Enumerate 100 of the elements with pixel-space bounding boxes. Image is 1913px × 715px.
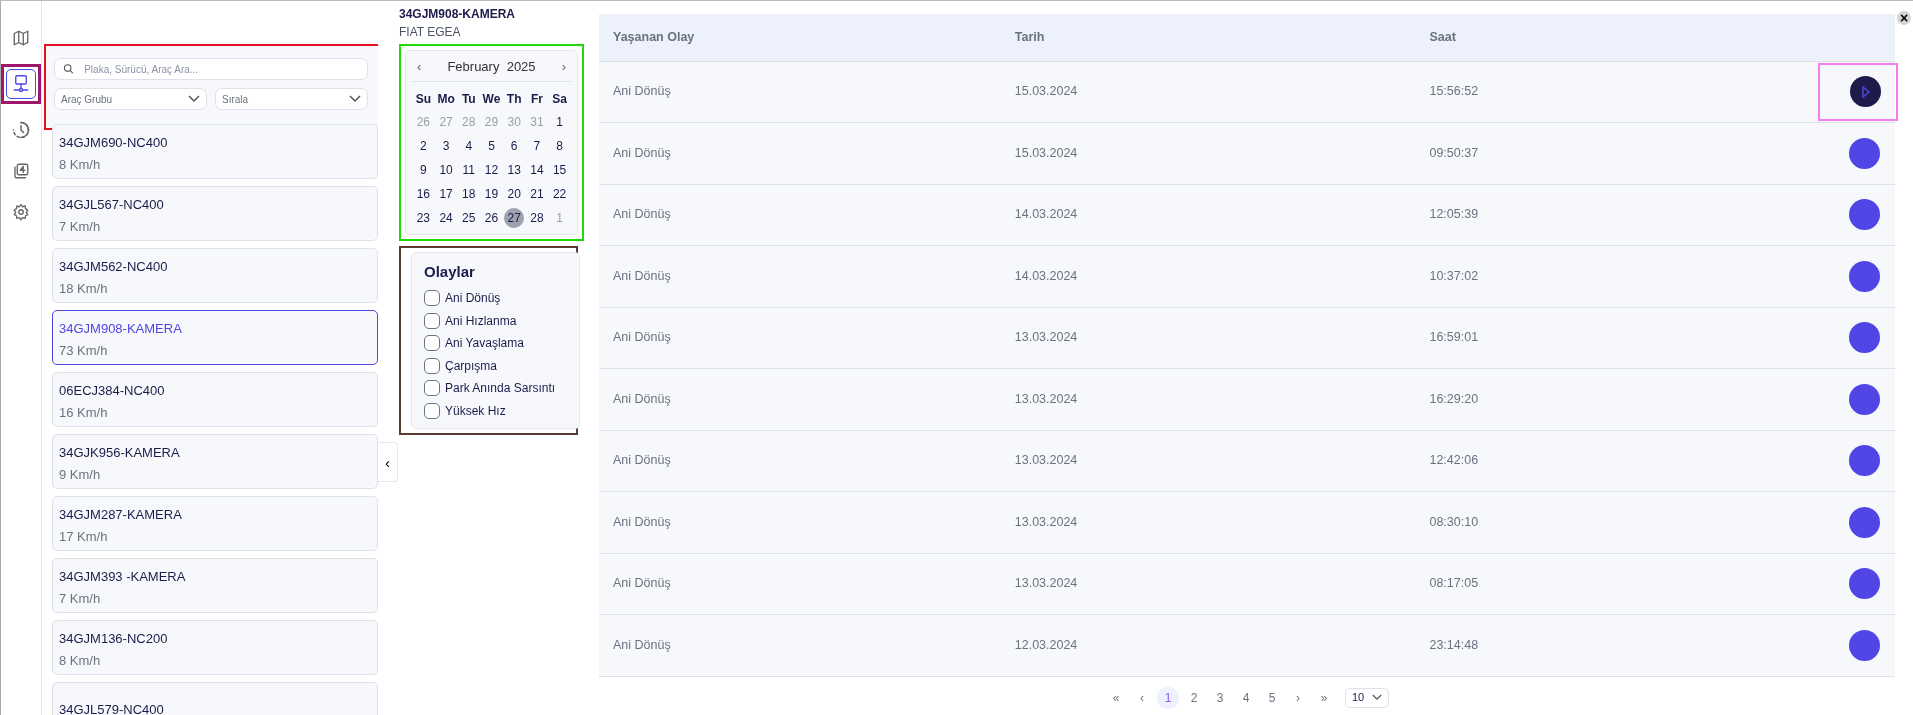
calendar-day[interactable]: 24 (436, 207, 457, 228)
vehicle-card[interactable]: 34GJM690-NC400 8 Km/h (52, 124, 378, 179)
checkbox[interactable] (424, 402, 440, 419)
play-button[interactable] (1849, 137, 1880, 169)
calendar-day[interactable]: 19 (481, 183, 502, 204)
play-button[interactable] (1849, 322, 1880, 354)
vehicle-card[interactable]: 34GJM136-NC200 8 Km/h (52, 620, 378, 675)
table-cell: 15:56:52 (1415, 61, 1613, 123)
vehicle-card[interactable]: 34GJM562-NC400 18 Km/h (52, 248, 378, 303)
vehicle-card[interactable]: 34GJM908-KAMERA 73 Km/h (52, 310, 378, 365)
calendar-day[interactable]: 3 (436, 135, 457, 156)
search-field[interactable]: Plaka, Sürücü, Araç Ara... (54, 58, 368, 80)
calendar-day[interactable]: 11 (458, 159, 479, 180)
table-cell: 12.03.2024 (1000, 614, 1416, 676)
search-input[interactable]: Plaka, Sürücü, Araç Ara... (82, 60, 359, 78)
calendar-day[interactable]: 27 (504, 207, 525, 228)
table-cell: Ani Dönüş (599, 307, 1001, 369)
vehicle-card[interactable]: 34GJL567-NC400 7 Km/h (52, 186, 378, 241)
table-cell: 13.03.2024 (1000, 368, 1416, 430)
checkbox[interactable] (424, 312, 440, 329)
table-cell: Ani Dönüş (599, 553, 1001, 615)
calendar-day[interactable]: 18 (458, 183, 479, 204)
calendar-day[interactable]: 16 (413, 183, 434, 204)
weekday-label: Tu (460, 90, 477, 108)
vehicle-card[interactable]: 34GJL579-NC400 (52, 682, 378, 715)
table-cell: Ani Dönüş (599, 122, 1001, 184)
play-button[interactable] (1849, 568, 1880, 600)
calendar-day[interactable]: 6 (504, 135, 525, 156)
table-cell: 13.03.2024 (1000, 430, 1416, 492)
weekday-label: Su (414, 90, 432, 108)
calendar-day[interactable]: 5 (481, 135, 502, 156)
page-button[interactable]: 4 (1235, 686, 1257, 709)
weekday-label: Sa (551, 90, 568, 108)
vehicle-speed: 73 Km/h (59, 341, 109, 360)
calendar-day[interactable]: 12 (481, 159, 502, 180)
calendar-day[interactable]: 22 (549, 183, 570, 204)
select-dropdown[interactable]: Sırala (215, 88, 368, 110)
calendar-day[interactable]: 20 (504, 183, 525, 204)
checkbox[interactable] (424, 380, 440, 397)
table-cell: 16:29:20 (1415, 368, 1613, 430)
checkbox-label: Ani Hızlanma (445, 312, 517, 330)
vehicle-card[interactable]: 34GJM287-KAMERA 17 Km/h (52, 496, 378, 551)
play-button[interactable] (1849, 506, 1880, 538)
calendar-day[interactable]: 23 (413, 207, 434, 228)
table-cell: 09:50:37 (1415, 122, 1613, 184)
weekday-label: Th (505, 90, 523, 108)
checkbox-label: Çarpışma (445, 357, 497, 375)
vehicle-speed: 7 Km/h (59, 217, 102, 236)
calendar-day[interactable]: 26 (481, 207, 502, 228)
calendar-day[interactable]: 25 (458, 207, 479, 228)
calendar-day[interactable]: 4 (458, 135, 479, 156)
calendar-day[interactable]: 1 (549, 111, 570, 132)
vehicle-model: FIAT EGEA (399, 24, 462, 41)
first-page-button[interactable]: « (1105, 686, 1127, 709)
play-button[interactable] (1849, 260, 1880, 292)
page-size-select[interactable]: 10 (1345, 687, 1389, 708)
collapse-button[interactable]: ‹ (378, 442, 398, 482)
calendar-day[interactable]: 14 (526, 159, 547, 180)
play-button[interactable] (1849, 199, 1880, 231)
calendar-day[interactable]: 17 (436, 183, 457, 204)
calendar-day[interactable]: 9 (413, 159, 434, 180)
last-page-button[interactable]: » (1313, 686, 1335, 709)
checkbox[interactable] (424, 290, 440, 307)
page-button[interactable]: 1 (1157, 686, 1179, 709)
play-button[interactable] (1849, 445, 1880, 477)
calendar-day[interactable]: 8 (549, 135, 570, 156)
table-cell: Ani Dönüş (599, 245, 1001, 307)
vehicle-plate: 34GJK956-KAMERA (59, 444, 181, 462)
calendar-day[interactable]: 21 (526, 183, 547, 204)
play-button[interactable] (1849, 383, 1880, 415)
vehicle-card[interactable]: 34GJM393 -KAMERA 7 Km/h (52, 558, 378, 613)
table-cell: 08:30:10 (1415, 491, 1613, 553)
play-button[interactable] (1850, 76, 1881, 108)
column-header: Tarih (1000, 14, 1416, 61)
calendar-day[interactable]: 10 (436, 159, 457, 180)
close-button[interactable]: × (1897, 11, 1911, 25)
next-month-button[interactable]: › (561, 57, 566, 77)
calendar-day[interactable]: 15 (549, 159, 570, 180)
table-cell: 10:37:02 (1415, 245, 1613, 307)
weekday-label: We (481, 90, 502, 108)
checkbox[interactable] (424, 335, 440, 352)
page-button[interactable]: 3 (1209, 686, 1231, 709)
play-button[interactable] (1849, 629, 1880, 661)
calendar-day[interactable]: 7 (526, 135, 547, 156)
prev-page-button[interactable]: ‹ (1131, 686, 1153, 709)
calendar-day[interactable]: 28 (526, 207, 547, 228)
prev-month-button[interactable]: ‹ (417, 57, 422, 77)
select-dropdown[interactable]: Araç Grubu (54, 88, 207, 110)
next-page-button[interactable]: › (1287, 686, 1309, 709)
calendar-day[interactable]: 2 (413, 135, 434, 156)
vehicle-card[interactable]: 06ECJ384-NC400 16 Km/h (52, 372, 378, 427)
checkbox[interactable] (424, 357, 440, 374)
table-cell: 13.03.2024 (1000, 307, 1416, 369)
calendar-day[interactable]: 13 (504, 159, 525, 180)
table-cell: Ani Dönüş (599, 184, 1001, 246)
page-button[interactable]: 2 (1183, 686, 1205, 709)
page-button[interactable]: 5 (1261, 686, 1283, 709)
table-cell: Ani Dönüş (599, 61, 1001, 123)
table-cell: 08:17:05 (1415, 553, 1613, 615)
vehicle-card[interactable]: 34GJK956-KAMERA 9 Km/h (52, 434, 378, 489)
